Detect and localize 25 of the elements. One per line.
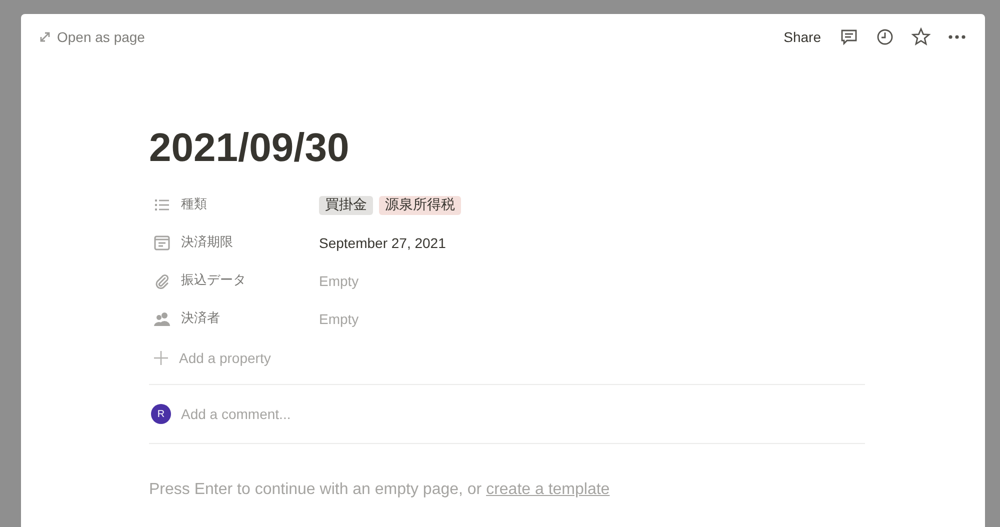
open-as-page-button[interactable]: Open as page: [39, 26, 145, 48]
property-name[interactable]: 決済期限: [181, 233, 233, 253]
tag: 買掛金: [319, 196, 373, 214]
paperclip-icon: [153, 272, 171, 290]
people-icon: [153, 310, 171, 328]
star-icon[interactable]: [911, 27, 931, 47]
calendar-icon: [153, 234, 171, 252]
property-name[interactable]: 種類: [181, 195, 207, 215]
date-value: September 27, 2021: [319, 234, 446, 253]
plus-icon: [153, 350, 169, 366]
share-button[interactable]: Share: [784, 26, 821, 48]
comment-field[interactable]: Add a comment...: [181, 404, 865, 424]
clock-icon[interactable]: [875, 27, 895, 47]
empty-page-hint: Press Enter to continue with an empty page, or create a template: [149, 480, 611, 500]
tag: 源泉所得税: [379, 196, 461, 214]
property-name[interactable]: 振込データ: [181, 271, 246, 291]
add-property-button[interactable]: Add a property: [149, 338, 865, 378]
expand-icon: [39, 31, 51, 43]
avatar: R: [151, 404, 171, 424]
empty-value: Empty: [319, 310, 359, 329]
empty-value: Empty: [319, 272, 359, 291]
page-title: 2021/09/30: [149, 125, 350, 172]
comment-icon[interactable]: [839, 27, 859, 47]
create-template-link[interactable]: create a template: [486, 481, 610, 498]
property-name[interactable]: 決済者: [181, 309, 220, 329]
